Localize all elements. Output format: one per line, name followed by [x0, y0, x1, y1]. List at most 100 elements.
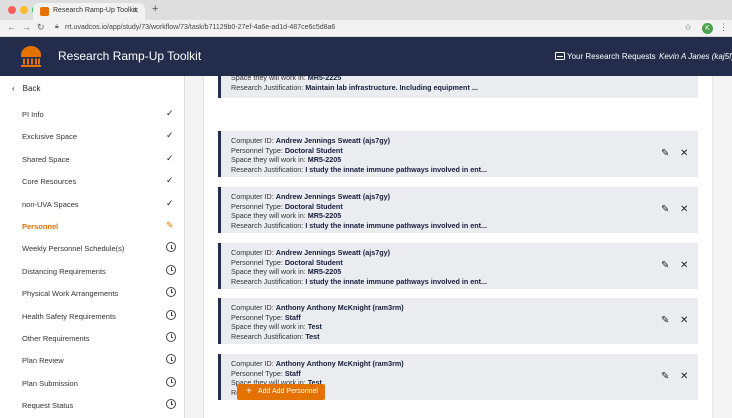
- sidebar-item-non-uva-spaces[interactable]: non-UVA Spaces ✓: [0, 193, 185, 215]
- personnel-card-details: Computer ID: Andrew Jennings Sweatt (ajs…: [231, 136, 487, 174]
- personnel-card-details: Computer ID: Andrew Jennings Sweatt (ajs…: [231, 248, 487, 286]
- personnel-card-details: Computer ID: Andrew Jennings Sweatt (ajs…: [231, 192, 487, 230]
- space-line: Space they will work in: MR5-2205: [231, 155, 487, 165]
- sidebar-item-request-status[interactable]: Request Status: [0, 394, 185, 416]
- computer-id-label: Computer ID:: [231, 248, 276, 257]
- bookmark-star-icon[interactable]: ☆: [684, 22, 692, 33]
- space-line: Space they will work in: MR5-2225: [231, 73, 478, 83]
- personnel-type-value: Doctoral Student: [284, 201, 343, 211]
- clock-icon: [166, 264, 176, 275]
- chevron-left-icon: ‹: [12, 84, 15, 93]
- sidebar-item-label: Personnel: [22, 222, 59, 231]
- edit-pencil-icon[interactable]: ✎: [661, 315, 669, 326]
- sidebar-item-label: Shared Space: [22, 154, 70, 164]
- computer-id-line: Computer ID: Andrew Jennings Sweatt (ajs…: [231, 192, 487, 202]
- personnel-type-label: Personnel Type:: [231, 145, 285, 155]
- personnel-type-line: Personnel Type: Staff: [231, 313, 404, 323]
- delete-x-icon[interactable]: ✕: [680, 315, 688, 326]
- sidebar: ‹ Back PI Info ✓ Exclusive Space ✓ Shared Spa…: [0, 76, 185, 418]
- personnel-panel: Space they will work in: MR5-2225 Researc…: [203, 73, 713, 418]
- delete-x-icon[interactable]: ✕: [680, 148, 688, 159]
- sidebar-item-label: non-UVA Spaces: [22, 199, 79, 209]
- clock-icon: [166, 376, 176, 387]
- sidebar-item-health-safety-requirements[interactable]: Health Safety Requirements: [0, 305, 185, 327]
- user-name[interactable]: Kevin A Janes (kaj5f): [659, 52, 732, 61]
- your-research-requests-link[interactable]: Your Research Requests: [567, 52, 656, 61]
- computer-id-value: Anthony Anthony McKnight (ram3rm): [275, 359, 404, 368]
- edit-pencil-icon[interactable]: ✎: [661, 204, 669, 215]
- sidebar-item-label: Exclusive Space: [22, 132, 78, 142]
- space-line: Space they will work in: MR5-2205: [231, 267, 487, 277]
- browser-menu-icon[interactable]: ⋮: [719, 22, 728, 33]
- url-field[interactable]: rrt.uvadcos.io/app/study/73/workflow/73/…: [65, 24, 335, 31]
- space-label: Space they will work in:: [231, 267, 308, 276]
- check-icon: ✓: [166, 175, 174, 186]
- space-label: Space they will work in:: [231, 155, 308, 164]
- personnel-card: Computer ID: Andrew Jennings Sweatt (ajs…: [218, 243, 698, 289]
- profile-avatar[interactable]: K: [702, 23, 713, 34]
- sidebar-item-label: Plan Review: [22, 356, 64, 366]
- main-content: Space they will work in: MR5-2225 Researc…: [185, 73, 732, 418]
- back-arrow-icon[interactable]: ←: [7, 22, 16, 32]
- delete-x-icon[interactable]: ✕: [680, 204, 688, 215]
- delete-x-icon[interactable]: ✕: [680, 371, 688, 382]
- personnel-card-details: Computer ID: Anthony Anthony McKnight (r…: [231, 303, 404, 341]
- space-line: Space they will work in: MR5-2205: [231, 211, 487, 221]
- tab-close-icon[interactable]: ✕: [132, 6, 139, 15]
- sidebar-item-exclusive-space[interactable]: Exclusive Space ✓: [0, 125, 185, 147]
- personnel-type-line: Personnel Type: Doctoral Student: [231, 258, 487, 268]
- sidebar-item-label: Other Requirements: [22, 334, 90, 343]
- personnel-type-label: Personnel Type:: [231, 312, 285, 322]
- justification-label: Research Justification:: [231, 331, 306, 341]
- computer-id-line: Computer ID: Andrew Jennings Sweatt (ajs…: [231, 248, 487, 258]
- forward-arrow-icon[interactable]: →: [22, 22, 31, 32]
- justification-label: Research Justification:: [231, 164, 306, 174]
- browser-tab[interactable]: Research Ramp-Up Toolkit ✕: [33, 3, 145, 20]
- justification-line: Research Justification: I study the inna…: [231, 165, 487, 175]
- sidebar-item-label: Distancing Requirements: [22, 266, 106, 276]
- sidebar-item-pi-info[interactable]: PI Info ✓: [0, 103, 185, 125]
- justification-value: I study the innate immune pathways invol…: [305, 276, 488, 286]
- browser-tab-strip: Research Ramp-Up Toolkit ✕ +: [0, 0, 732, 20]
- sidebar-item-physical-work-arrangements[interactable]: Physical Work Arrangements: [0, 282, 185, 304]
- clock-icon: [166, 354, 176, 365]
- favicon-icon: [40, 7, 49, 16]
- delete-x-icon[interactable]: ✕: [680, 260, 688, 271]
- pencil-icon: ✎: [166, 220, 174, 230]
- sidebar-item-personnel[interactable]: Personnel ✎: [0, 215, 185, 237]
- clock-icon: [166, 309, 176, 320]
- university-logo-icon: [21, 46, 41, 67]
- sidebar-item-other-requirements[interactable]: Other Requirements: [0, 327, 185, 349]
- sidebar-item-weekly-personnel-schedule-s[interactable]: Weekly Personnel Schedule(s): [0, 237, 185, 259]
- sidebar-item-label: Plan Submission: [22, 378, 78, 388]
- add-personnel-button[interactable]: + Add Add Personnel: [237, 384, 325, 400]
- sidebar-item-plan-submission[interactable]: Plan Submission: [0, 372, 185, 394]
- sidebar-item-shared-space[interactable]: Shared Space ✓: [0, 148, 185, 170]
- clock-icon: [166, 332, 176, 342]
- reload-icon[interactable]: ↻: [37, 22, 45, 33]
- edit-pencil-icon[interactable]: ✎: [661, 260, 669, 271]
- browser-tab-title: Research Ramp-Up Toolkit: [53, 7, 137, 14]
- personnel-card: Computer ID: Andrew Jennings Sweatt (ajs…: [218, 187, 698, 233]
- justification-label: Research Justification:: [231, 276, 306, 286]
- sidebar-item-core-resources[interactable]: Core Resources ✓: [0, 170, 185, 192]
- sidebar-item-plan-review[interactable]: Plan Review: [0, 349, 185, 371]
- computer-id-line: Computer ID: Anthony Anthony McKnight (r…: [231, 303, 404, 313]
- space-value: MR5-2205: [307, 211, 342, 220]
- personnel-type-label: Personnel Type:: [231, 201, 285, 211]
- requests-icon[interactable]: [555, 52, 565, 60]
- back-button[interactable]: ‹ Back: [12, 84, 40, 93]
- personnel-type-label: Personnel Type:: [231, 257, 285, 267]
- app-header: Research Ramp-Up Toolkit Your Research R…: [0, 37, 732, 76]
- justification-value: Test: [305, 331, 320, 341]
- new-tab-icon[interactable]: +: [152, 3, 158, 15]
- sidebar-item-distancing-requirements[interactable]: Distancing Requirements: [0, 260, 185, 282]
- close-window-button[interactable]: [8, 6, 16, 14]
- clock-icon: [166, 399, 176, 410]
- computer-id-value: Anthony Anthony McKnight (ram3rm): [275, 303, 404, 312]
- minimize-window-button[interactable]: [20, 6, 28, 14]
- sidebar-item-label: PI Info: [22, 110, 44, 119]
- edit-pencil-icon[interactable]: ✎: [661, 371, 669, 382]
- add-personnel-label: Add Add Personnel: [258, 388, 318, 395]
- edit-pencil-icon[interactable]: ✎: [661, 148, 669, 159]
